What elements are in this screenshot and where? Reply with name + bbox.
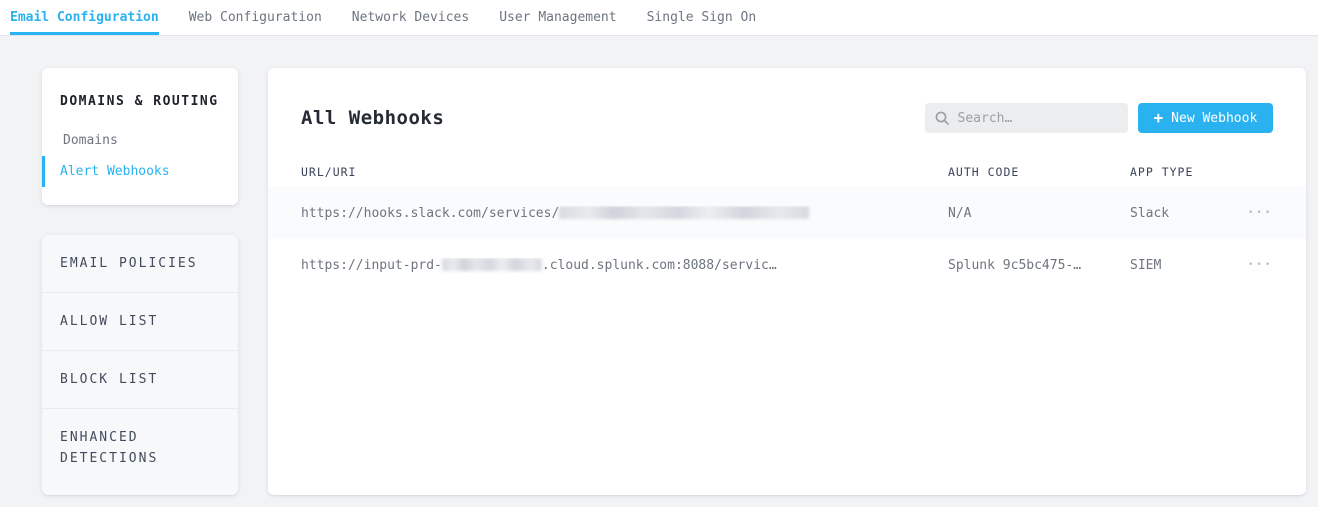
search-input[interactable] xyxy=(958,111,1118,126)
sidebar-item-block-list[interactable]: BLOCK LIST xyxy=(42,351,238,409)
auth-code-cell: N/A xyxy=(948,206,1130,221)
panel-header: All Webhooks + New Webhook xyxy=(268,68,1306,157)
auth-code-cell: Splunk 9c5bc475-… xyxy=(948,258,1130,273)
sidebar-sections-card: EMAIL POLICIES ALLOW LIST BLOCK LIST ENH… xyxy=(42,235,238,495)
plus-icon: + xyxy=(1154,110,1164,126)
page-body: DOMAINS & ROUTING Domains Alert Webhooks… xyxy=(0,36,1318,495)
sidebar-item-email-policies[interactable]: EMAIL POLICIES xyxy=(42,235,238,293)
webhooks-panel: All Webhooks + New Webhook URL/URI AUTH … xyxy=(268,68,1306,495)
search-icon xyxy=(935,111,949,125)
tab-network-devices[interactable]: Network Devices xyxy=(352,0,469,35)
domains-routing-title: DOMAINS & ROUTING xyxy=(42,94,238,109)
column-header-url: URL/URI xyxy=(301,165,948,179)
tab-web-configuration[interactable]: Web Configuration xyxy=(189,0,322,35)
redacted-url-segment xyxy=(442,258,542,271)
row-menu-icon[interactable]: ••• xyxy=(1208,260,1273,270)
webhook-url-suffix: .cloud.splunk.com:8088/servic… xyxy=(542,258,777,273)
webhook-url-cell: https://input-prd- .cloud.splunk.com:8088… xyxy=(301,258,948,273)
webhook-url-prefix: https://hooks.slack.com/services/ xyxy=(301,206,559,221)
tab-email-configuration[interactable]: Email Configuration xyxy=(10,0,159,35)
column-header-app-type: APP TYPE xyxy=(1130,165,1208,179)
new-webhook-button[interactable]: + New Webhook xyxy=(1138,103,1274,133)
tab-single-sign-on[interactable]: Single Sign On xyxy=(647,0,757,35)
table-row: https://hooks.slack.com/services/ N/A Sl… xyxy=(268,187,1306,239)
redacted-url-segment xyxy=(559,206,809,219)
sidebar-item-enhanced-detections[interactable]: ENHANCED DETECTIONS xyxy=(42,409,238,495)
table-row: https://input-prd- .cloud.splunk.com:8088… xyxy=(268,239,1306,291)
tab-user-management[interactable]: User Management xyxy=(499,0,616,35)
column-header-auth-code: AUTH CODE xyxy=(948,165,1130,179)
row-menu-icon[interactable]: ••• xyxy=(1208,208,1273,218)
webhook-url-cell: https://hooks.slack.com/services/ xyxy=(301,206,948,221)
domains-routing-card: DOMAINS & ROUTING Domains Alert Webhooks xyxy=(42,68,238,205)
new-webhook-label: New Webhook xyxy=(1171,111,1257,126)
sidebar-item-allow-list[interactable]: ALLOW LIST xyxy=(42,293,238,351)
app-type-cell: Slack xyxy=(1130,206,1208,221)
search-box[interactable] xyxy=(925,103,1128,133)
sidebar-item-domains[interactable]: Domains xyxy=(42,125,238,156)
webhook-url-prefix: https://input-prd- xyxy=(301,258,442,273)
table-header: URL/URI AUTH CODE APP TYPE xyxy=(268,157,1306,187)
top-nav: Email Configuration Web Configuration Ne… xyxy=(0,0,1318,36)
sidebar-item-alert-webhooks[interactable]: Alert Webhooks xyxy=(42,156,238,187)
page-title: All Webhooks xyxy=(301,107,925,129)
sidebar: DOMAINS & ROUTING Domains Alert Webhooks… xyxy=(42,68,238,495)
app-type-cell: SIEM xyxy=(1130,258,1208,273)
